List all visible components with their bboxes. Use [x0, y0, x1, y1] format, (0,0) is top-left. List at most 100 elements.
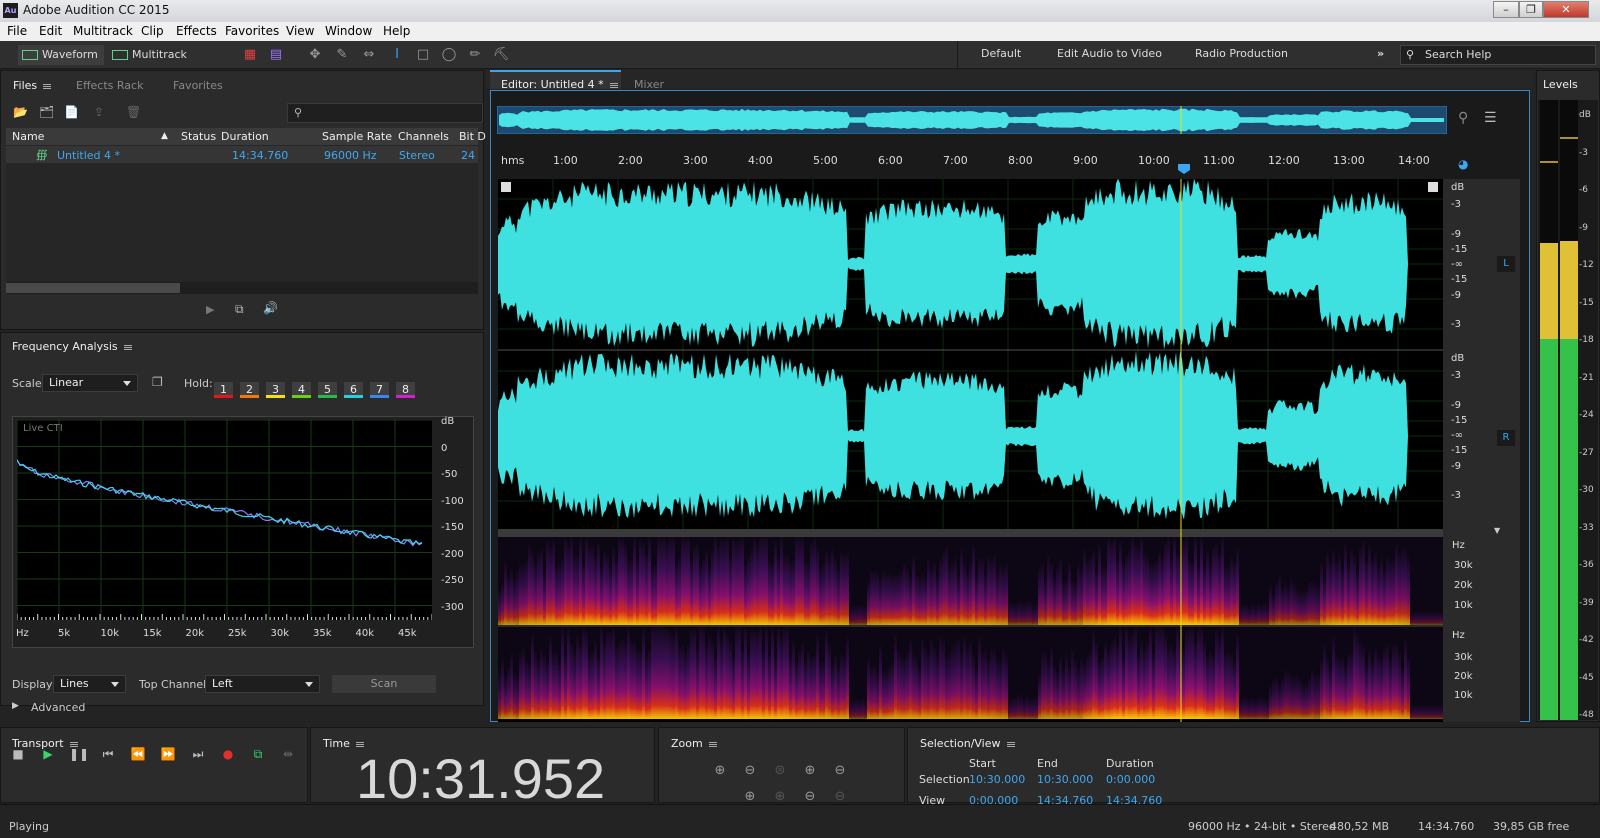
- delete-icon[interactable]: 🗑: [126, 105, 141, 119]
- panel-menu-icon[interactable]: [609, 82, 618, 88]
- pause-icon[interactable]: ❚❚: [69, 747, 89, 761]
- brush-tool-icon[interactable]: ✏: [466, 47, 484, 63]
- scale-select[interactable]: Linear: [42, 374, 138, 392]
- overview-bar[interactable]: [497, 106, 1447, 134]
- hold-button-4[interactable]: 4: [292, 382, 311, 398]
- play-preview-icon[interactable]: ▶: [206, 303, 214, 316]
- collapse-icon[interactable]: ▼: [1494, 526, 1500, 535]
- gain-handle-right[interactable]: [1428, 182, 1438, 192]
- fast-forward-icon[interactable]: ⏩: [159, 747, 177, 761]
- record-icon[interactable]: ●: [219, 747, 237, 761]
- left-channel-toggle[interactable]: L: [1497, 256, 1515, 272]
- lasso-tool-icon[interactable]: ◯: [440, 47, 458, 63]
- display-select[interactable]: Lines: [53, 675, 126, 693]
- scan-button[interactable]: Scan: [332, 675, 436, 693]
- new-file-icon[interactable]: 📄: [64, 105, 79, 119]
- gain-handle-left[interactable]: [501, 182, 511, 192]
- loop-preview-icon[interactable]: ⧉: [235, 302, 244, 317]
- zoom-in-amplitude-icon[interactable]: ⊕: [710, 763, 730, 781]
- panel-menu-icon[interactable]: [69, 741, 78, 747]
- menu-multitrack[interactable]: Multitrack: [73, 24, 133, 38]
- hold-button-1[interactable]: 1: [214, 382, 233, 398]
- spectral-display-icon[interactable]: ▦: [241, 47, 259, 63]
- go-to-start-icon[interactable]: ⏮: [99, 747, 117, 762]
- menu-effects[interactable]: Effects: [176, 24, 217, 38]
- col-status[interactable]: Status: [181, 128, 216, 145]
- files-scrollbar[interactable]: [6, 282, 478, 294]
- hold-button-3[interactable]: 3: [266, 382, 285, 398]
- workspace-radio-production[interactable]: Radio Production: [1195, 47, 1288, 60]
- open-file-icon[interactable]: 📂: [13, 105, 28, 119]
- zoom-out-time-icon[interactable]: ⊖: [830, 763, 850, 781]
- list-view-icon[interactable]: ☰: [1484, 110, 1497, 126]
- menu-file[interactable]: File: [7, 24, 27, 38]
- menu-edit[interactable]: Edit: [39, 24, 62, 38]
- overlay-icon[interactable]: ❐: [152, 375, 163, 389]
- waveform-display[interactable]: [498, 179, 1443, 722]
- files-search-input[interactable]: ⚲: [287, 103, 483, 123]
- multitrack-mode-button[interactable]: Multitrack: [108, 45, 198, 65]
- maximize-button[interactable]: ❐: [1519, 1, 1543, 18]
- workspace-edit-audio-to-video[interactable]: Edit Audio to Video: [1057, 47, 1162, 60]
- spectral-divider[interactable]: [498, 529, 1443, 537]
- tab-favorites[interactable]: Favorites: [173, 79, 223, 92]
- menu-clip[interactable]: Clip: [141, 24, 164, 38]
- zoom-out-full-icon[interactable]: ⚲: [1458, 110, 1468, 126]
- zoom-in-time-icon[interactable]: ⊕: [800, 763, 820, 781]
- selection-start[interactable]: 10:30.000: [969, 773, 1025, 786]
- top-channel-select[interactable]: Left: [205, 675, 320, 693]
- loop-icon[interactable]: ⧉: [249, 747, 267, 762]
- hold-button-5[interactable]: 5: [318, 382, 337, 398]
- col-bit-depth[interactable]: Bit D: [459, 128, 486, 145]
- spot-healing-tool-icon[interactable]: ⛏: [492, 47, 510, 63]
- zoom-out-full-both-icon[interactable]: ⊜: [770, 763, 790, 781]
- search-help-input[interactable]: ⚲ Search Help: [1400, 45, 1596, 65]
- expand-icon[interactable]: ▶: [12, 701, 19, 711]
- col-name[interactable]: Name: [12, 128, 44, 145]
- headphones-icon[interactable]: ◕: [1458, 157, 1468, 171]
- auto-play-icon[interactable]: 🔊: [263, 301, 278, 315]
- minimize-button[interactable]: –: [1493, 1, 1519, 18]
- close-button[interactable]: ✕: [1543, 1, 1589, 18]
- play-icon[interactable]: ▶: [39, 747, 57, 761]
- slip-tool-icon[interactable]: ⇔: [360, 47, 378, 63]
- skip-icon[interactable]: ⇹: [279, 747, 297, 761]
- hold-button-6[interactable]: 6: [344, 382, 363, 398]
- insert-icon[interactable]: ⇪: [94, 105, 104, 119]
- workspace-default[interactable]: Default: [981, 47, 1021, 60]
- col-sample-rate[interactable]: Sample Rate: [322, 128, 392, 145]
- marquee-tool-icon[interactable]: □: [414, 47, 432, 63]
- import-file-icon[interactable]: 🗂: [39, 105, 54, 119]
- selection-duration[interactable]: 0:00.000: [1106, 773, 1155, 786]
- menu-favorites[interactable]: Favorites: [225, 24, 279, 38]
- move-tool-icon[interactable]: ✥: [306, 47, 324, 63]
- tab-files[interactable]: Files: [13, 79, 37, 92]
- panel-menu-icon[interactable]: [355, 741, 364, 747]
- panel-menu-icon[interactable]: [43, 83, 52, 89]
- tab-effects-rack[interactable]: Effects Rack: [76, 79, 143, 92]
- waveform-mode-button[interactable]: Waveform: [18, 45, 104, 65]
- menu-help[interactable]: Help: [383, 24, 410, 38]
- time-selection-tool-icon[interactable]: I: [388, 47, 406, 63]
- pitch-display-icon[interactable]: ▤: [267, 47, 285, 63]
- col-channels[interactable]: Channels: [398, 128, 449, 145]
- menu-window[interactable]: Window: [325, 24, 372, 38]
- selection-end[interactable]: 10:30.000: [1037, 773, 1093, 786]
- panel-menu-icon[interactable]: [123, 344, 132, 350]
- rewind-icon[interactable]: ⏪: [129, 747, 147, 761]
- hold-button-2[interactable]: 2: [240, 382, 259, 398]
- hold-button-7[interactable]: 7: [370, 382, 389, 398]
- menu-view[interactable]: View: [286, 24, 314, 38]
- scrollbar-thumb[interactable]: [6, 283, 180, 293]
- advanced-label[interactable]: Advanced: [31, 701, 85, 714]
- panel-menu-icon[interactable]: [1006, 741, 1015, 747]
- more-workspaces-icon[interactable]: »: [1377, 47, 1384, 60]
- right-channel-toggle[interactable]: R: [1497, 430, 1515, 446]
- zoom-out-amplitude-icon[interactable]: ⊖: [740, 763, 760, 781]
- go-to-end-icon[interactable]: ⏭: [189, 747, 207, 762]
- hold-button-8[interactable]: 8: [396, 382, 415, 398]
- panel-menu-icon[interactable]: [708, 741, 717, 747]
- razor-tool-icon[interactable]: ✎: [333, 47, 351, 63]
- col-duration[interactable]: Duration: [221, 128, 269, 145]
- stop-icon[interactable]: ■: [9, 747, 27, 761]
